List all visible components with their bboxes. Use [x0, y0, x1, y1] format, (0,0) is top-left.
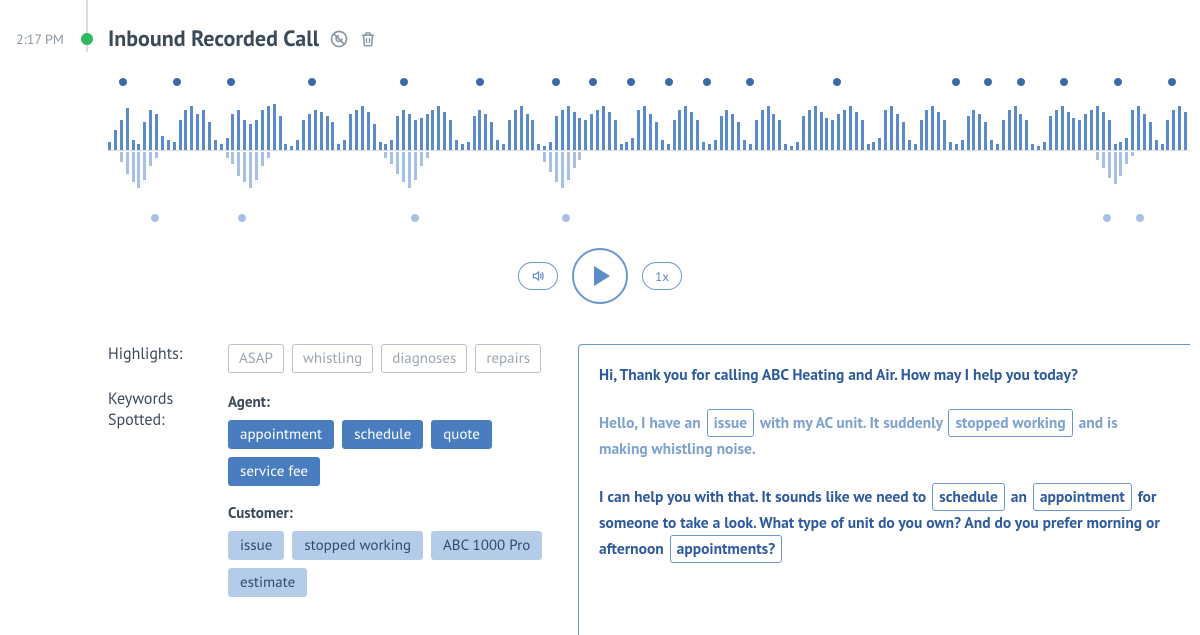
keywords-panel: Highlights: ASAP whistling diagnoses repair… — [108, 344, 548, 635]
play-button[interactable] — [572, 248, 628, 304]
waveform-bars-bottom — [108, 152, 1190, 206]
timeline-dot — [81, 33, 93, 45]
transcript-keyword[interactable]: stopped working — [948, 409, 1072, 437]
highlight-chip[interactable]: repairs — [475, 344, 541, 373]
agent-keyword-chip[interactable]: appointment — [228, 420, 334, 449]
transcript-utterance: I can help you with that. It sounds like… — [599, 483, 1170, 563]
call-details: Highlights: ASAP whistling diagnoses repair… — [108, 344, 1190, 635]
highlight-chip[interactable]: whistling — [292, 344, 373, 373]
customer-keyword-chip[interactable]: estimate — [228, 568, 307, 597]
customer-keyword-chips: issue stopped working ABC 1000 Pro estimate — [228, 531, 548, 597]
transcript-panel: Hi, Thank you for calling ABC Heating an… — [578, 344, 1190, 635]
customer-sublabel: Customer: — [228, 504, 548, 523]
playback-controls: 1x — [518, 248, 682, 304]
agent-keyword-chip[interactable]: quote — [431, 420, 492, 449]
transcript-keyword[interactable]: issue — [707, 409, 754, 437]
time-label: 2:17 PM — [16, 30, 64, 48]
waveform-bottom-markers — [108, 214, 1190, 224]
customer-keyword-chip[interactable]: stopped working — [292, 531, 423, 560]
do-not-record-icon[interactable] — [329, 29, 349, 49]
transcript-keyword[interactable]: appointments? — [670, 535, 783, 563]
keywords-spotted-label: Keywords Spotted: — [108, 389, 228, 597]
transcript[interactable]: Hi, Thank you for calling ABC Heating an… — [578, 344, 1190, 635]
customer-keyword-chip[interactable]: issue — [228, 531, 284, 560]
transcript-utterance: Hi, Thank you for calling ABC Heating an… — [599, 363, 1170, 387]
highlights-label: Highlights: — [108, 344, 228, 373]
waveform[interactable] — [108, 72, 1190, 232]
agent-sublabel: Agent: — [228, 393, 548, 412]
highlight-chip[interactable]: diagnoses — [381, 344, 467, 373]
trash-icon[interactable] — [359, 29, 377, 49]
volume-button[interactable] — [518, 262, 558, 290]
transcript-utterance: Hello, I have an issue with my AC unit. … — [599, 409, 1170, 461]
speed-button[interactable]: 1x — [642, 262, 682, 290]
waveform-top-markers — [108, 78, 1190, 88]
agent-keyword-chip[interactable]: schedule — [342, 420, 423, 449]
transcript-keyword[interactable]: schedule — [932, 483, 1005, 511]
customer-keyword-chip[interactable]: ABC 1000 Pro — [431, 531, 542, 560]
play-icon — [594, 266, 610, 286]
agent-keyword-chips: appointment schedule quote service fee — [228, 420, 548, 486]
call-header: Inbound Recorded Call — [108, 25, 377, 53]
agent-keyword-chip[interactable]: service fee — [228, 457, 320, 486]
highlight-chip[interactable]: ASAP — [228, 344, 284, 373]
call-title: Inbound Recorded Call — [108, 25, 319, 53]
waveform-centerline — [108, 150, 1190, 151]
transcript-keyword[interactable]: appointment — [1033, 483, 1132, 511]
waveform-bars-top — [108, 96, 1190, 150]
highlights-chips: ASAP whistling diagnoses repairs — [228, 344, 548, 373]
